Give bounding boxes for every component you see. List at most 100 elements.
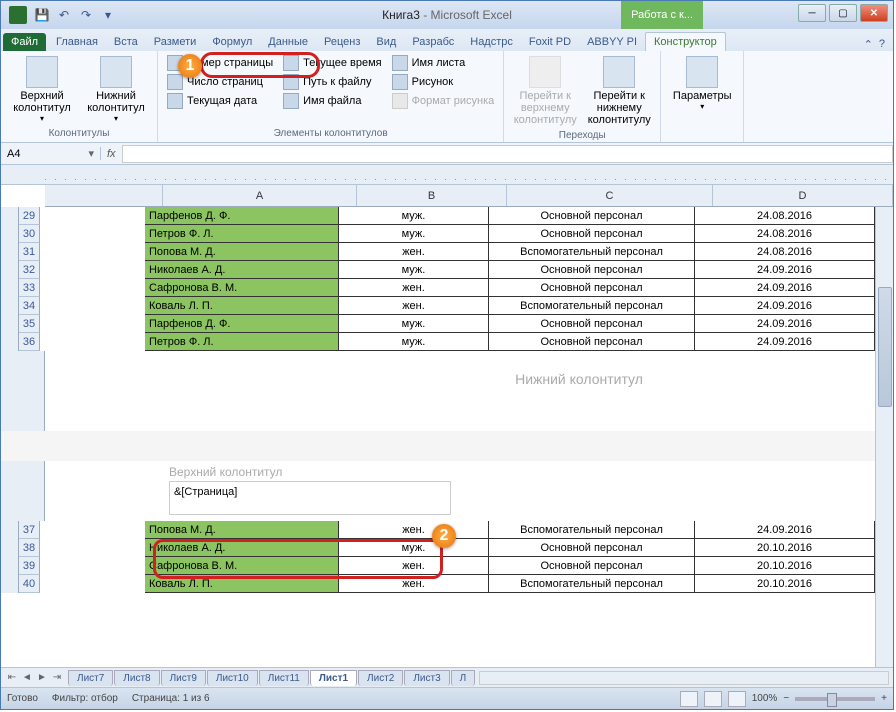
cell[interactable]: Попова М. Д. <box>145 521 339 538</box>
cell[interactable]: Петров Ф. Л. <box>145 225 339 242</box>
help-icon[interactable]: ? <box>879 38 885 51</box>
cell[interactable]: 24.09.2016 <box>695 521 875 538</box>
sheet-tab[interactable]: Л <box>451 670 476 686</box>
cell[interactable]: муж. <box>339 315 489 332</box>
sheet-tab[interactable]: Лист8 <box>114 670 159 686</box>
tab-insert[interactable]: Вста <box>106 33 146 51</box>
qat-dropdown-icon[interactable]: ▾ <box>98 5 118 25</box>
cell[interactable]: 24.08.2016 <box>695 243 875 260</box>
goto-footer-button[interactable]: Перейти к нижнему колонтитулу <box>584 54 654 128</box>
tab-formulas[interactable]: Формул <box>204 33 260 51</box>
cell[interactable]: 20.10.2016 <box>695 539 875 556</box>
tab-developer[interactable]: Разрабс <box>404 33 462 51</box>
undo-icon[interactable]: ↶ <box>54 5 74 25</box>
col-header-d[interactable]: D <box>713 185 893 206</box>
row-header[interactable]: 40 <box>19 575 40 593</box>
col-header-b[interactable]: B <box>357 185 507 206</box>
cell[interactable]: Основной персонал <box>489 539 695 556</box>
cell[interactable]: Вспомогательный персонал <box>489 297 695 314</box>
cell[interactable]: жен. <box>339 243 489 260</box>
sheet-tab[interactable]: Лист7 <box>68 670 113 686</box>
cell[interactable]: Основной персонал <box>489 225 695 242</box>
view-layout-button[interactable] <box>704 691 722 707</box>
close-button[interactable]: ✕ <box>860 4 888 22</box>
row-header[interactable]: 31 <box>19 243 40 261</box>
cell[interactable]: Основной персонал <box>489 207 695 224</box>
cell[interactable]: муж. <box>339 225 489 242</box>
tab-constructor[interactable]: Конструктор <box>645 32 726 51</box>
sheet-tab[interactable]: Лист10 <box>207 670 258 686</box>
tab-nav-last-icon[interactable]: ⇥ <box>50 672 64 683</box>
save-icon[interactable]: 💾 <box>32 5 52 25</box>
cell[interactable]: Вспомогательный персонал <box>489 521 695 538</box>
cell[interactable]: Николаев А. Д. <box>145 261 339 278</box>
cell[interactable]: муж. <box>339 207 489 224</box>
tab-file[interactable]: Файл <box>3 33 46 51</box>
tab-nav-next-icon[interactable]: ► <box>35 672 49 683</box>
tab-nav-first-icon[interactable]: ⇤ <box>5 672 19 683</box>
cell[interactable]: Основной персонал <box>489 279 695 296</box>
file-name-button[interactable]: Имя файла <box>280 92 384 110</box>
sheet-tab[interactable]: Лист1 <box>310 670 357 686</box>
maximize-button[interactable]: ▢ <box>829 4 857 22</box>
row-header[interactable]: 36 <box>19 333 40 351</box>
cell[interactable]: Парфенов Д. Ф. <box>145 207 339 224</box>
tab-nav-prev-icon[interactable]: ◄ <box>20 672 34 683</box>
header-input[interactable]: &[Страница] <box>169 481 451 515</box>
cell[interactable]: жен. <box>339 279 489 296</box>
view-normal-button[interactable] <box>680 691 698 707</box>
tab-view[interactable]: Вид <box>368 33 404 51</box>
sheet-tab[interactable]: Лист3 <box>404 670 449 686</box>
sheet-tab[interactable]: Лист2 <box>358 670 403 686</box>
row-header[interactable]: 35 <box>19 315 40 333</box>
tab-data[interactable]: Данные <box>260 33 316 51</box>
footer-button[interactable]: Нижний колонтитул▾ <box>81 54 151 126</box>
tab-foxit[interactable]: Foxit PD <box>521 33 579 51</box>
row-header[interactable]: 34 <box>19 297 40 315</box>
zoom-in-button[interactable]: + <box>881 693 887 704</box>
cell[interactable]: муж. <box>339 333 489 350</box>
cell[interactable]: 24.09.2016 <box>695 261 875 278</box>
cell[interactable]: 24.09.2016 <box>695 333 875 350</box>
minimize-button[interactable]: ─ <box>798 4 826 22</box>
row-header[interactable]: 38 <box>19 539 40 557</box>
cell[interactable]: Основной персонал <box>489 315 695 332</box>
cell[interactable]: жен. <box>339 521 489 538</box>
cell[interactable]: Попова М. Д. <box>145 243 339 260</box>
tab-layout[interactable]: Размети <box>146 33 205 51</box>
zoom-level[interactable]: 100% <box>752 693 778 704</box>
cell[interactable]: 24.08.2016 <box>695 207 875 224</box>
zoom-slider[interactable] <box>795 697 875 701</box>
cell[interactable]: 24.09.2016 <box>695 315 875 332</box>
cell[interactable]: 24.09.2016 <box>695 279 875 296</box>
cell[interactable]: Сафронова В. М. <box>145 279 339 296</box>
cell[interactable]: Коваль Л. П. <box>145 297 339 314</box>
cell[interactable]: жен. <box>339 297 489 314</box>
row-header[interactable]: 33 <box>19 279 40 297</box>
footer-placeholder[interactable]: Нижний колонтитул <box>163 351 875 431</box>
goto-header-button[interactable]: Перейти к верхнему колонтитулу <box>510 54 580 128</box>
sheet-tab[interactable]: Лист11 <box>259 670 309 686</box>
picture-button[interactable]: Рисунок <box>389 73 498 91</box>
horizontal-scrollbar[interactable] <box>479 671 889 685</box>
cell[interactable]: Вспомогательный персонал <box>489 243 695 260</box>
cell[interactable]: 24.08.2016 <box>695 225 875 242</box>
cell[interactable]: 24.09.2016 <box>695 297 875 314</box>
current-date-button[interactable]: Текущая дата <box>164 92 276 110</box>
tab-abbyy[interactable]: ABBYY PI <box>579 33 645 51</box>
cell[interactable]: Основной персонал <box>489 333 695 350</box>
col-header-a[interactable]: A <box>163 185 357 206</box>
row-header[interactable]: 30 <box>19 225 40 243</box>
redo-icon[interactable]: ↷ <box>76 5 96 25</box>
sheet-tab[interactable]: Лист9 <box>161 670 206 686</box>
tab-addins[interactable]: Надстрс <box>462 33 521 51</box>
name-box[interactable]: A4▾ <box>1 147 101 160</box>
col-header-c[interactable]: C <box>507 185 713 206</box>
cell[interactable]: Основной персонал <box>489 261 695 278</box>
cell[interactable]: 20.10.2016 <box>695 575 875 592</box>
row-header[interactable]: 39 <box>19 557 40 575</box>
cell[interactable]: 20.10.2016 <box>695 557 875 574</box>
vertical-scrollbar[interactable] <box>875 207 893 667</box>
parameters-button[interactable]: Параметры▾ <box>667 54 737 137</box>
cell[interactable]: Петров Ф. Л. <box>145 333 339 350</box>
